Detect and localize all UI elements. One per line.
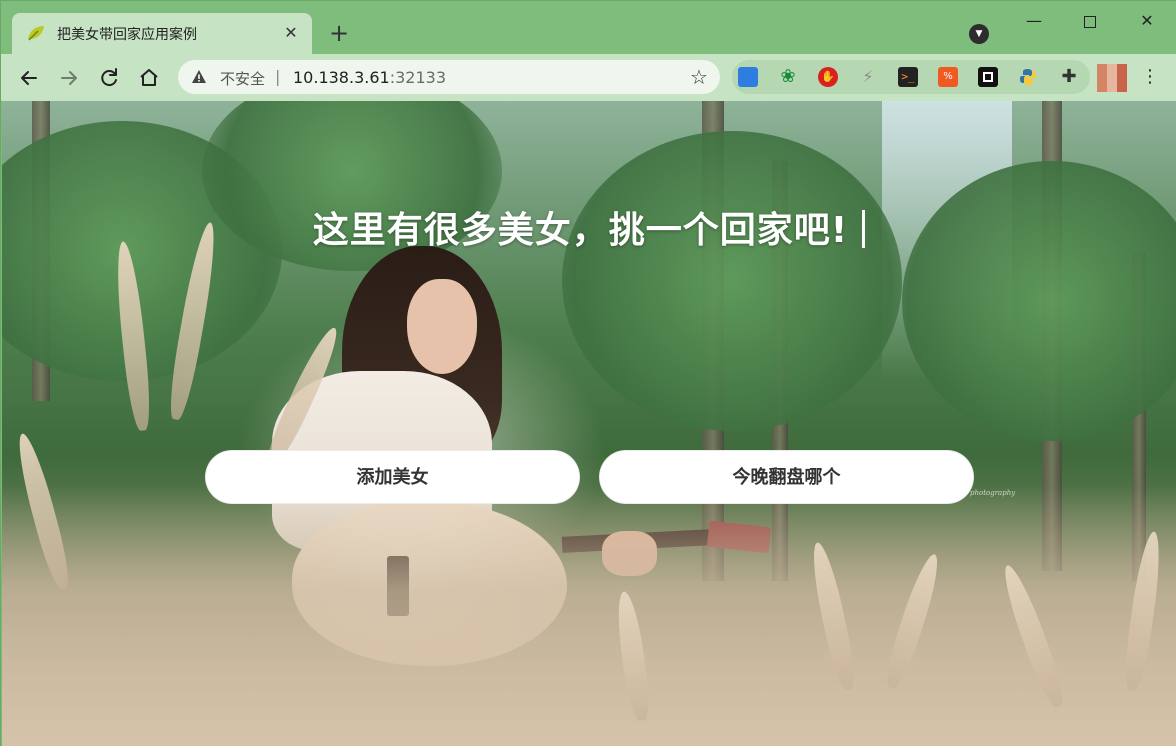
- url-host: 10.138.3.61: [293, 68, 390, 87]
- new-tab-icon[interactable]: +: [326, 20, 352, 46]
- pick-tonight-button[interactable]: 今晚翻盘哪个: [599, 450, 974, 504]
- maximize-icon[interactable]: [1075, 9, 1105, 33]
- headline-text: 这里有很多美女，挑一个回家吧!: [312, 210, 849, 251]
- page-headline: 这里有很多美女，挑一个回家吧!: [2, 201, 1176, 253]
- tab-strip: 把美女带回家应用案例 ✕ + ▼ — ✕: [1, 1, 1176, 54]
- extensions-puzzle-icon[interactable]: ✚: [1059, 67, 1079, 87]
- browser-menu-icon[interactable]: ⋮: [1139, 66, 1161, 88]
- url-separator: |: [275, 67, 281, 86]
- address-bar[interactable]: 不安全 | 10.138.3.61:32133 ☆: [178, 60, 720, 94]
- add-beauty-button[interactable]: 添加美女: [205, 450, 580, 504]
- back-arrow-icon[interactable]: [16, 65, 42, 91]
- url-text[interactable]: 10.138.3.61:32133: [293, 68, 446, 87]
- tab-close-icon[interactable]: ✕: [280, 22, 302, 44]
- window-close-icon[interactable]: ✕: [1132, 9, 1162, 33]
- leaf-favicon-icon: [28, 26, 44, 41]
- minimize-icon[interactable]: —: [1019, 9, 1049, 33]
- square-extension-icon[interactable]: [978, 67, 998, 87]
- translate-orange-extension-icon[interactable]: %: [938, 67, 958, 87]
- bolt-extension-icon[interactable]: ⚡: [858, 67, 878, 87]
- url-port: :32133: [389, 68, 446, 87]
- typing-caret: [862, 210, 866, 248]
- python-extension-icon[interactable]: [1018, 67, 1038, 87]
- translate-extension-icon[interactable]: [738, 67, 758, 87]
- foreground-grass: [2, 486, 1176, 746]
- warning-icon[interactable]: [191, 69, 207, 85]
- photo-watermark: photography: [970, 489, 1016, 497]
- reload-icon[interactable]: [96, 65, 122, 91]
- home-icon[interactable]: [136, 65, 162, 91]
- paw-extension-icon[interactable]: ❀: [778, 67, 798, 87]
- woman-face: [407, 279, 477, 374]
- browser-window: 把美女带回家应用案例 ✕ + ▼ — ✕ 不安全 | 10.138.3.61:3…: [0, 0, 1176, 746]
- extensions-area: ❀ ✋ ⚡ >_ % ✚: [732, 60, 1090, 94]
- tree-foliage: [562, 131, 902, 431]
- page-viewport: 这里有很多美女，挑一个回家吧! 添加美女 今晚翻盘哪个 photography: [2, 101, 1176, 746]
- tab-title: 把美女带回家应用案例: [57, 27, 197, 43]
- security-label[interactable]: 不安全: [220, 68, 265, 89]
- adblock-extension-icon[interactable]: ✋: [818, 67, 838, 87]
- profile-avatar[interactable]: [1097, 64, 1127, 92]
- forward-arrow-icon[interactable]: [56, 65, 82, 91]
- browser-toolbar: 不安全 | 10.138.3.61:32133 ☆ ❀ ✋ ⚡ >_ % ✚ ⋮: [1, 54, 1176, 101]
- bookmark-star-icon[interactable]: ☆: [688, 66, 710, 88]
- terminal-extension-icon[interactable]: >_: [898, 67, 918, 87]
- tab-search-icon[interactable]: ▼: [969, 24, 989, 44]
- active-tab[interactable]: 把美女带回家应用案例 ✕: [12, 13, 312, 54]
